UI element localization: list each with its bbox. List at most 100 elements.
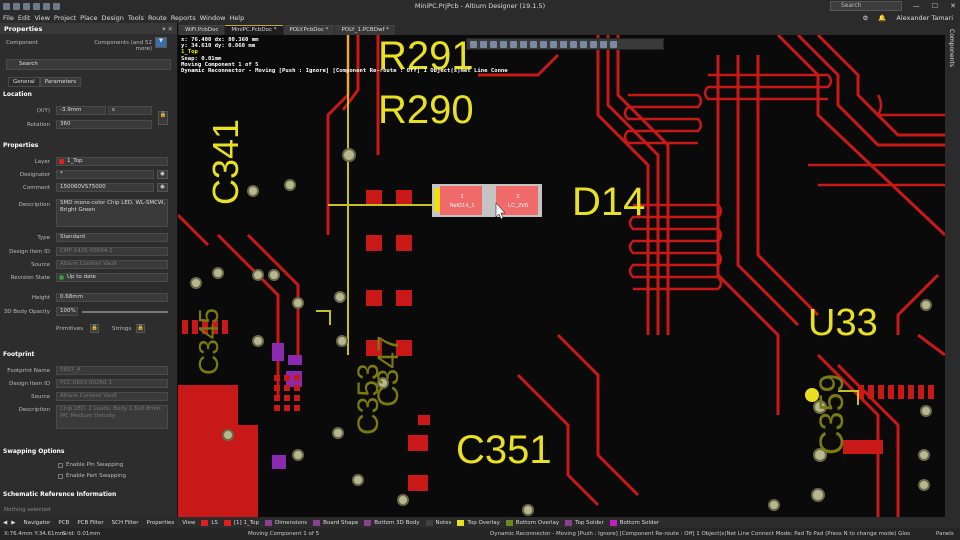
y-field[interactable]: s xyxy=(108,106,152,115)
part-swap-checkbox[interactable] xyxy=(58,474,63,479)
selected-component-d14[interactable] xyxy=(432,184,542,217)
layer-bottom-solder[interactable]: Bottom Solder xyxy=(620,520,659,526)
designator-field[interactable]: * xyxy=(56,170,154,179)
menu-design[interactable]: Design xyxy=(101,14,123,22)
opacity-field[interactable]: 100% xyxy=(56,307,78,316)
fill-tool-icon[interactable] xyxy=(560,40,567,48)
gear-icon[interactable]: ⚙ xyxy=(862,14,868,22)
layer-dimensions[interactable]: Dimensions xyxy=(275,520,307,526)
layer-notes[interactable]: Notes xyxy=(436,520,452,526)
opacity-label: 3D Body Opacity xyxy=(3,309,50,315)
pad2-number: 2 xyxy=(516,194,519,200)
doc-tab-minipc[interactable]: MiniPC.PcbDoc * xyxy=(225,25,283,35)
layer-board-shape[interactable]: Board Shape xyxy=(323,520,358,526)
menu-place[interactable]: Place xyxy=(80,14,97,22)
height-field[interactable]: 0.68mm xyxy=(56,293,168,302)
panels-button[interactable]: Panels xyxy=(936,531,954,537)
revision-label: Revision State xyxy=(10,275,50,281)
tab-general[interactable]: General xyxy=(8,77,40,87)
user-name[interactable]: Alexander Tamari xyxy=(896,14,953,22)
comment-field[interactable]: 150060VS75000 xyxy=(56,183,154,192)
bottom-tab-properties[interactable]: Properties xyxy=(146,520,174,526)
opacity-slider[interactable] xyxy=(82,311,168,313)
menu-window[interactable]: Window xyxy=(200,14,226,22)
visibility-eye-icon[interactable]: ◉ xyxy=(157,170,168,179)
revision-field: Up to date xyxy=(56,273,168,282)
layer-top-solder[interactable]: Top Solder xyxy=(575,520,604,526)
components-panel-tab[interactable]: Components xyxy=(945,23,960,517)
comment-visibility-icon[interactable]: ◉ xyxy=(157,183,168,192)
swapping-section-header[interactable]: Swapping Options xyxy=(0,448,178,455)
location-section-header[interactable]: Location xyxy=(0,91,178,98)
layer-select[interactable]: 1_Top xyxy=(56,157,168,166)
text-tool-icon[interactable] xyxy=(590,40,597,48)
route-tool-icon[interactable] xyxy=(480,40,487,48)
primitives-lock-icon[interactable]: 🔒 xyxy=(90,324,99,333)
polygon-tool-icon[interactable] xyxy=(570,40,577,48)
description-field[interactable]: SMD mono-color Chip LED, WL-SMCW, Bright… xyxy=(56,199,168,227)
select-tool-icon[interactable] xyxy=(500,40,507,48)
doc-tab-poly1[interactable]: POLY_1.PCBDwf * xyxy=(335,25,395,35)
menu-tools[interactable]: Tools xyxy=(128,14,144,22)
menu-route[interactable]: Route xyxy=(148,14,167,22)
properties-search-input[interactable]: Search xyxy=(6,59,171,70)
doc-tab-poly[interactable]: POLY.PcbDoc * xyxy=(283,25,335,35)
layer-scroll-left-icon[interactable]: ◀ xyxy=(3,520,7,526)
schematic-section-header[interactable]: Schematic Reference Information xyxy=(0,491,178,498)
menu-view[interactable]: View xyxy=(34,14,49,22)
align-tool-icon[interactable] xyxy=(520,40,527,48)
layer-swatch-top-solder xyxy=(565,519,573,526)
maximize-button[interactable]: ☐ xyxy=(932,0,938,12)
x-field[interactable]: -3.9mm xyxy=(56,106,106,115)
layer-swatch-board-shape xyxy=(313,519,321,526)
via-tool-icon[interactable] xyxy=(550,40,557,48)
bottom-tab-pcb-filter[interactable]: PCB Filter xyxy=(77,520,103,526)
description-label: Description xyxy=(18,202,50,208)
pcb-canvas[interactable]: 1 NetD14_1 2 LC_2V0 R291 R290 D14 U33 C3… xyxy=(178,35,945,517)
keepout-tool-icon[interactable] xyxy=(580,40,587,48)
menu-edit[interactable]: Edit xyxy=(18,14,31,22)
cross-tool-icon[interactable] xyxy=(490,40,497,48)
footprint-source-label: Source xyxy=(31,394,50,400)
pin-swap-checkbox[interactable] xyxy=(58,463,63,468)
menu-project[interactable]: Project xyxy=(54,14,76,22)
minimize-button[interactable]: — xyxy=(913,0,920,12)
interactive-route-icon[interactable] xyxy=(530,40,537,48)
menu-file[interactable]: File xyxy=(3,14,14,22)
bottom-tab-view[interactable]: View xyxy=(182,520,195,526)
selection-summary: Nothing selected xyxy=(4,507,51,513)
menu-reports[interactable]: Reports xyxy=(171,14,196,22)
dimension-tool-icon[interactable] xyxy=(600,40,607,48)
line-tool-icon[interactable] xyxy=(610,40,617,48)
panel-controls[interactable]: ▾ ✕ xyxy=(162,25,173,33)
move-tool-icon[interactable] xyxy=(510,40,517,48)
global-search-input[interactable]: Search xyxy=(830,1,902,11)
doc-tab-wifi[interactable]: WiFi.PcbDoc xyxy=(179,25,225,35)
menu-help[interactable]: Help xyxy=(229,14,244,22)
layer-scroll-right-icon[interactable]: ▶ xyxy=(11,520,15,526)
filter-tool-icon[interactable] xyxy=(470,40,477,48)
filter-value: Components (and 52 more) xyxy=(94,40,152,52)
layer-ls[interactable]: LS xyxy=(211,520,218,526)
footprint-section-header[interactable]: Footprint xyxy=(0,351,178,358)
bottom-tab-navigator[interactable]: Navigator xyxy=(23,520,50,526)
type-select[interactable]: Standard xyxy=(56,233,168,242)
title-bar: MiniPC.PrjPcb - Altium Designer (19.1.5)… xyxy=(0,0,960,12)
bottom-tab-pcb[interactable]: PCB xyxy=(58,520,69,526)
tab-parameters[interactable]: Parameters xyxy=(39,77,82,87)
strings-lock-icon[interactable]: 🔒 xyxy=(136,324,145,333)
notifications-icon[interactable]: 🔔 xyxy=(878,14,886,22)
layer-top[interactable]: [1] 1_Top xyxy=(234,520,259,526)
rotation-field[interactable]: 360 xyxy=(56,120,152,129)
layer-bottom-3d[interactable]: Bottom 3D Body xyxy=(374,520,419,526)
properties-section-header[interactable]: Properties xyxy=(0,142,178,149)
filter-icon[interactable]: ▼ xyxy=(155,37,167,48)
diff-pair-icon[interactable] xyxy=(540,40,547,48)
bottom-tab-sch-filter[interactable]: SCH Filter xyxy=(112,520,139,526)
close-button[interactable]: ✕ xyxy=(950,0,956,12)
layer-top-overlay[interactable]: Top Overlay xyxy=(467,520,499,526)
footprint-name-field: 0603_A xyxy=(56,366,168,375)
layer-tabs-bar: ◀ ▶ Navigator PCB PCB Filter SCH Filter … xyxy=(0,517,960,528)
lock-icon[interactable]: 🔒 xyxy=(158,111,168,125)
layer-bottom-overlay[interactable]: Bottom Overlay xyxy=(516,520,559,526)
